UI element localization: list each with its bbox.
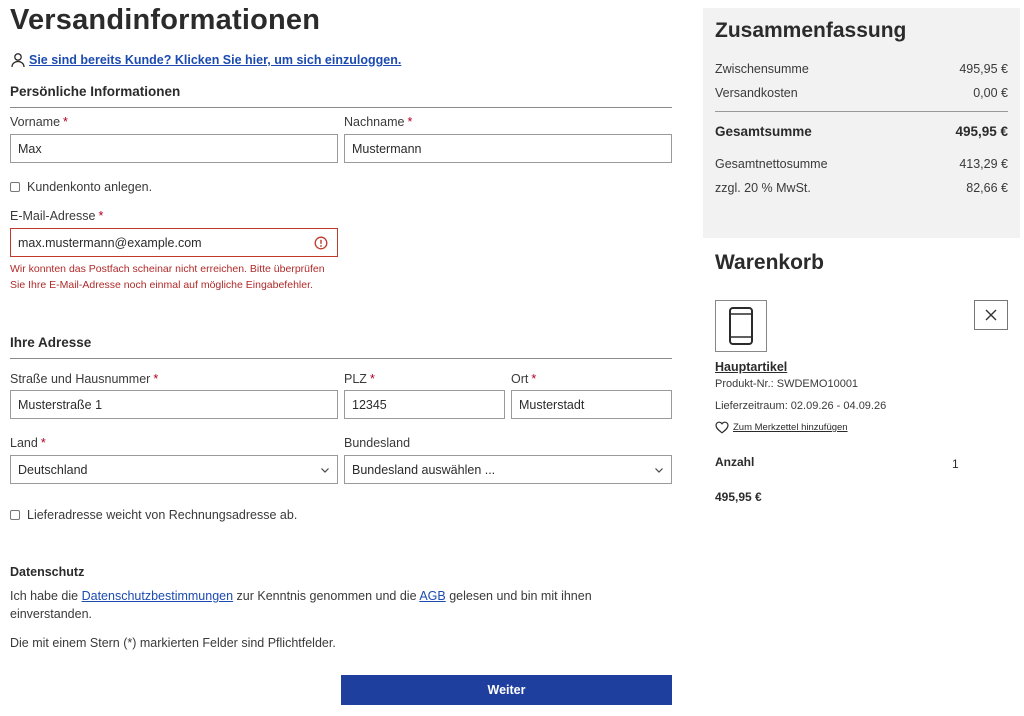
lastname-field[interactable] bbox=[344, 134, 672, 163]
city-field[interactable] bbox=[511, 390, 672, 419]
chevron-down-icon bbox=[321, 467, 329, 473]
state-select[interactable]: Bundesland auswählen ... bbox=[344, 455, 672, 484]
firstname-label: Vorname * bbox=[10, 115, 68, 129]
cart-title: Warenkorb bbox=[715, 251, 824, 274]
privacy-policy-link[interactable]: Datenschutzbestimmungen bbox=[82, 589, 233, 603]
email-error-message: Wir konnten das Postfach scheinar nicht … bbox=[10, 263, 325, 291]
shipping-cost-row: Versandkosten 0,00 € bbox=[715, 86, 1008, 100]
product-number: Produkt-Nr.: SWDEMO10001 bbox=[715, 378, 859, 390]
state-value: Bundesland auswählen ... bbox=[352, 462, 496, 477]
chevron-down-icon bbox=[655, 467, 663, 473]
street-field[interactable] bbox=[10, 390, 338, 419]
login-link[interactable]: Sie sind bereits Kunde? Klicken Sie hier… bbox=[29, 53, 401, 67]
checkbox-box[interactable] bbox=[10, 510, 20, 520]
summary-divider bbox=[715, 111, 1008, 112]
email-label: E-Mail-Adresse * bbox=[10, 209, 104, 223]
item-price: 495,95 € bbox=[715, 490, 762, 504]
quantity-label: Anzahl bbox=[715, 455, 755, 469]
login-row: Sie sind bereits Kunde? Klicken Sie hier… bbox=[10, 52, 401, 68]
zip-field[interactable] bbox=[344, 390, 505, 419]
required-fields-note: Die mit einem Stern (*) markierten Felde… bbox=[10, 636, 336, 650]
address-heading: Ihre Adresse bbox=[10, 335, 92, 350]
smartphone-icon bbox=[729, 307, 753, 345]
zip-label: PLZ * bbox=[344, 372, 375, 386]
personal-info-heading: Persönliche Informationen bbox=[10, 84, 181, 99]
product-name-link[interactable]: Hauptartikel bbox=[715, 360, 787, 374]
checkbox-box[interactable] bbox=[10, 182, 20, 192]
user-icon bbox=[11, 53, 25, 68]
add-to-wishlist-link[interactable]: Zum Merkzettel hinzufügen bbox=[715, 421, 848, 434]
create-account-checkbox[interactable]: Kundenkonto anlegen. bbox=[10, 180, 152, 194]
email-field[interactable] bbox=[10, 228, 338, 257]
country-value: Deutschland bbox=[18, 462, 88, 477]
tax-row: zzgl. 20 % MwSt. 82,66 € bbox=[715, 181, 1008, 195]
street-label: Straße und Hausnummer * bbox=[10, 372, 159, 386]
heart-icon bbox=[715, 421, 729, 434]
order-summary: Zusammenfassung Zwischensumme 495,95 € Ve… bbox=[703, 8, 1020, 238]
close-icon bbox=[985, 309, 997, 321]
city-label: Ort * bbox=[511, 372, 537, 386]
different-shipping-checkbox[interactable]: Lieferadresse weicht von Rechnungsadress… bbox=[10, 508, 297, 522]
state-label: Bundesland bbox=[344, 436, 411, 450]
different-shipping-label: Lieferadresse weicht von Rechnungsadress… bbox=[27, 508, 298, 522]
summary-title: Zusammenfassung bbox=[715, 19, 907, 42]
delivery-time: Lieferzeitraum: 02.09.26 - 04.09.26 bbox=[715, 400, 887, 412]
page-title: Versandinformationen bbox=[10, 4, 321, 36]
continue-button[interactable]: Weiter bbox=[341, 675, 672, 705]
privacy-heading: Datenschutz bbox=[10, 565, 85, 579]
firstname-field[interactable] bbox=[10, 134, 338, 163]
net-total-row: Gesamtnettosumme 413,29 € bbox=[715, 157, 1008, 171]
error-icon bbox=[314, 236, 328, 250]
create-account-label: Kundenkonto anlegen. bbox=[27, 180, 153, 194]
remove-item-button[interactable] bbox=[974, 300, 1008, 330]
lastname-label: Nachname * bbox=[344, 115, 413, 129]
product-thumbnail[interactable] bbox=[715, 300, 767, 352]
address-divider bbox=[10, 358, 672, 359]
quantity-value: 1 bbox=[952, 457, 959, 471]
subtotal-row: Zwischensumme 495,95 € bbox=[715, 62, 1008, 76]
terms-link[interactable]: AGB bbox=[419, 589, 445, 603]
privacy-text: Ich habe die Datenschutzbestimmungen zur… bbox=[10, 589, 592, 621]
country-label: Land * bbox=[10, 436, 46, 450]
total-row: Gesamtsumme 495,95 € bbox=[715, 124, 1008, 139]
country-select[interactable]: Deutschland bbox=[10, 455, 338, 484]
personal-info-divider bbox=[10, 107, 672, 108]
